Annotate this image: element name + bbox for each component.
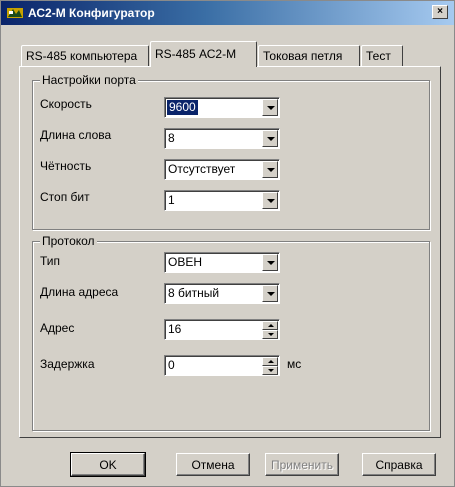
tab-test[interactable]: Тест bbox=[361, 45, 403, 67]
tab-label: Токовая петля bbox=[263, 49, 343, 63]
chevron-down-icon[interactable] bbox=[262, 285, 278, 302]
protocol-type-value: ОВЕН bbox=[168, 255, 203, 269]
protocol-group: Протокол Тип ОВЕН Длина адреса 8 битный … bbox=[32, 234, 430, 431]
spin-up-icon[interactable] bbox=[262, 321, 278, 330]
address-spinner[interactable]: 16 bbox=[164, 319, 280, 340]
address-length-select[interactable]: 8 битный bbox=[164, 283, 280, 304]
address-value: 16 bbox=[168, 322, 182, 336]
chevron-down-icon[interactable] bbox=[262, 254, 278, 271]
close-button[interactable]: × bbox=[432, 5, 448, 19]
address-length-value: 8 битный bbox=[168, 286, 220, 300]
window-title: АС2-М Конфигуратор bbox=[28, 6, 155, 20]
port-settings-group: Настройки порта Скорость 9600 Длина слов… bbox=[32, 73, 430, 230]
chevron-down-icon[interactable] bbox=[262, 161, 278, 178]
parity-label: Чётность bbox=[40, 159, 92, 173]
title-bar[interactable]: АС2-М Конфигуратор × bbox=[1, 1, 454, 25]
cancel-button[interactable]: Отмена bbox=[176, 453, 250, 476]
chevron-down-icon[interactable] bbox=[262, 99, 278, 116]
protocol-type-select[interactable]: ОВЕН bbox=[164, 252, 280, 273]
apply-button[interactable]: Применить bbox=[265, 453, 339, 476]
tab-panel: Настройки порта Скорость 9600 Длина слов… bbox=[19, 66, 441, 438]
speed-select[interactable]: 9600 bbox=[164, 97, 280, 118]
delay-value: 0 bbox=[168, 358, 175, 372]
help-button[interactable]: Справка bbox=[362, 453, 436, 476]
delay-spinner[interactable]: 0 bbox=[164, 355, 280, 376]
tab-rs485-ac2m[interactable]: RS-485 АС2-М bbox=[150, 41, 257, 67]
tab-current-loop[interactable]: Токовая петля bbox=[258, 45, 360, 67]
ok-button[interactable]: OK bbox=[70, 452, 146, 477]
configurator-window: АС2-М Конфигуратор × RS-485 компьютера R… bbox=[0, 0, 455, 487]
tab-rs485-computer[interactable]: RS-485 компьютера bbox=[21, 45, 149, 67]
stop-bits-select[interactable]: 1 bbox=[164, 190, 280, 211]
close-icon: × bbox=[437, 6, 443, 17]
parity-value: Отсутствует bbox=[168, 162, 236, 176]
tab-label: Тест bbox=[366, 49, 391, 63]
tab-label: RS-485 компьютера bbox=[26, 49, 138, 63]
speed-label: Скорость bbox=[40, 97, 92, 111]
parity-select[interactable]: Отсутствует bbox=[164, 159, 280, 180]
app-icon bbox=[7, 8, 23, 18]
chevron-down-icon[interactable] bbox=[262, 130, 278, 147]
address-length-label: Длина адреса bbox=[40, 285, 119, 299]
word-length-select[interactable]: 8 bbox=[164, 128, 280, 149]
group-title: Настройки порта bbox=[40, 73, 138, 87]
protocol-type-label: Тип bbox=[40, 254, 61, 268]
delay-label: Задержка bbox=[40, 357, 95, 371]
spin-down-icon[interactable] bbox=[262, 366, 278, 375]
spin-up-icon[interactable] bbox=[262, 357, 278, 366]
word-length-value: 8 bbox=[168, 131, 175, 145]
delay-unit: мс bbox=[287, 357, 302, 371]
tab-label: RS-485 АС2-М bbox=[155, 47, 237, 61]
stop-bits-label: Стоп бит bbox=[40, 190, 90, 204]
speed-value: 9600 bbox=[167, 100, 198, 115]
stop-bits-value: 1 bbox=[168, 193, 175, 207]
chevron-down-icon[interactable] bbox=[262, 192, 278, 209]
address-label: Адрес bbox=[40, 321, 75, 335]
spin-down-icon[interactable] bbox=[262, 330, 278, 339]
group-title: Протокол bbox=[40, 234, 97, 248]
word-length-label: Длина слова bbox=[40, 128, 112, 142]
